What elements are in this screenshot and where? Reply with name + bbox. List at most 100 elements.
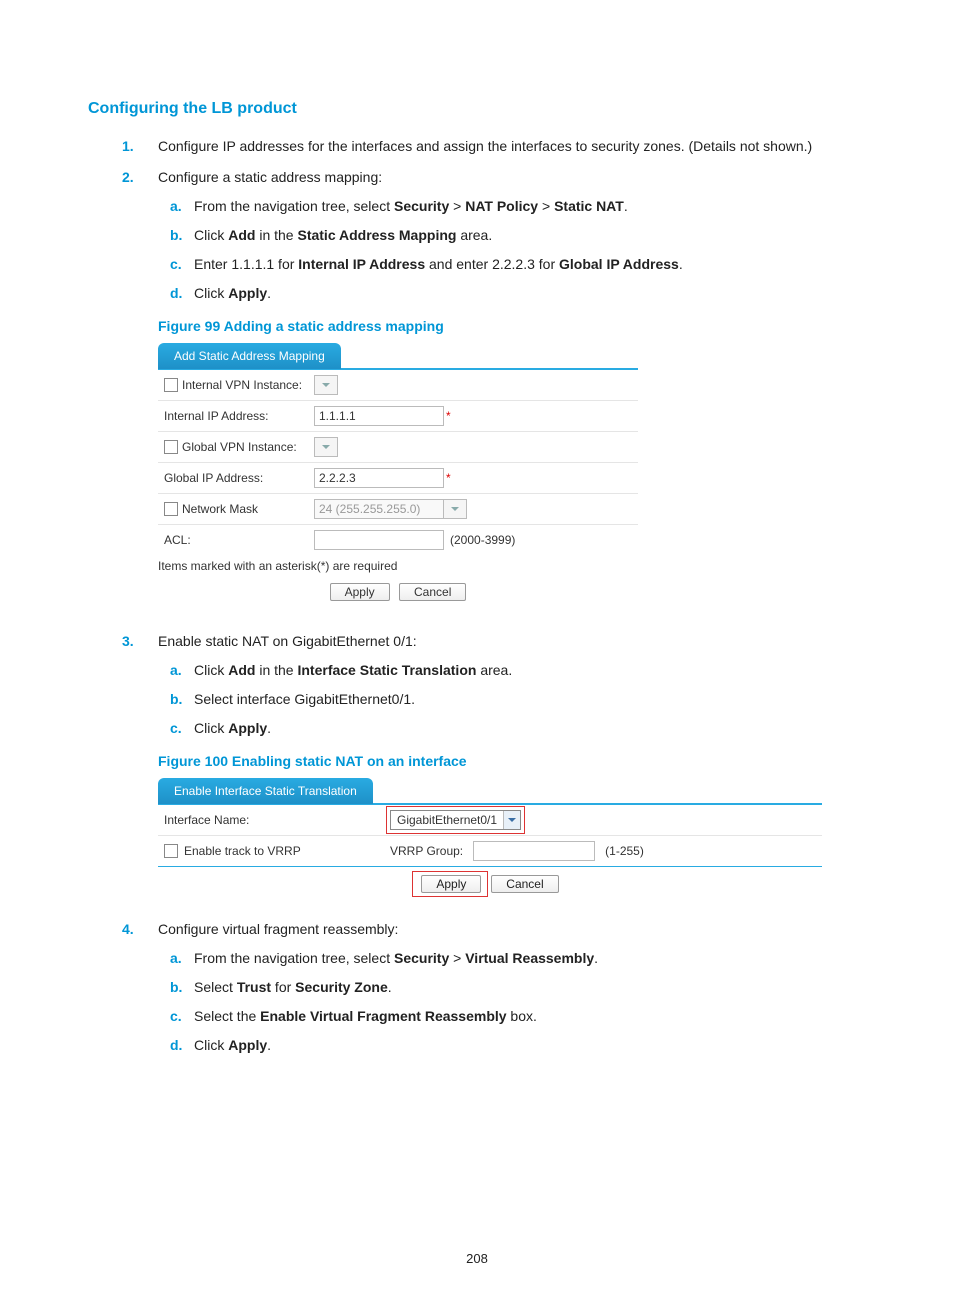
ordered-steps-cont2: 4. Configure virtual fragment reassembly… — [88, 919, 866, 1056]
substep-marker: a. — [170, 196, 182, 217]
apply-button[interactable]: Apply — [421, 875, 481, 893]
label: Network Mask — [182, 502, 258, 516]
label: Internal VPN Instance: — [182, 378, 302, 392]
post: box. — [507, 1008, 537, 1024]
bold: Internal IP Address — [298, 256, 425, 272]
bold: Security Zone — [295, 979, 388, 995]
label: Interface Name: — [164, 813, 380, 827]
substep: c. Enter 1.1.1.1 for Internal IP Address… — [194, 254, 866, 275]
figure-100-caption: Figure 100 Enabling static NAT on an int… — [158, 753, 866, 769]
step-marker: 3. — [122, 631, 134, 652]
input-vrrp-group[interactable] — [473, 841, 595, 861]
checkbox-network-mask[interactable] — [164, 502, 178, 516]
substeps: a. Click Add in the Interface Static Tra… — [158, 660, 866, 739]
bold: Add — [228, 662, 255, 678]
sep: > — [538, 198, 554, 214]
row-global-ip: Global IP Address: 2.2.2.3* — [158, 463, 638, 494]
substep-marker: d. — [170, 283, 182, 304]
substep-text: Select interface GigabitEthernet0/1. — [194, 691, 415, 707]
checkbox-internal-vpn[interactable] — [164, 378, 178, 392]
substep: a. From the navigation tree, select Secu… — [194, 196, 866, 217]
row-network-mask: Network Mask 24 (255.255.255.0) — [158, 494, 638, 525]
button-row: Apply Cancel — [158, 867, 822, 895]
mid: and enter 2.2.2.3 for — [425, 256, 559, 272]
cancel-button[interactable]: Cancel — [399, 583, 466, 601]
step-text: Configure virtual fragment reassembly: — [158, 921, 398, 937]
input-internal-ip[interactable]: 1.1.1.1 — [314, 406, 444, 426]
substep-marker: b. — [170, 225, 182, 246]
substeps: a. From the navigation tree, select Secu… — [158, 196, 866, 304]
pre: Select the — [194, 1008, 260, 1024]
post: . — [594, 950, 598, 966]
pre: Click — [194, 720, 228, 736]
substep: a. From the navigation tree, select Secu… — [194, 948, 866, 969]
substep-marker: b. — [170, 977, 182, 998]
input-network-mask[interactable]: 24 (255.255.255.0) — [314, 499, 444, 519]
select-network-mask[interactable] — [443, 499, 467, 519]
substep-marker: c. — [170, 718, 182, 739]
panel-tab: Enable Interface Static Translation — [158, 778, 373, 804]
input-acl[interactable] — [314, 530, 444, 550]
select-internal-vpn[interactable] — [314, 375, 338, 395]
substep: c. Click Apply. — [194, 718, 866, 739]
post: . — [679, 256, 683, 272]
page-number: 208 — [0, 1251, 954, 1266]
row-interface-name: Interface Name: GigabitEthernet0/1 — [158, 805, 822, 836]
checkbox-enable-vrrp[interactable] — [164, 844, 178, 858]
apply-button[interactable]: Apply — [330, 583, 390, 601]
substep: b. Select interface GigabitEthernet0/1. — [194, 689, 866, 710]
bold: Security — [394, 950, 449, 966]
post: . — [388, 979, 392, 995]
required-note: Items marked with an asterisk(*) are req… — [158, 555, 638, 577]
select-interface-name[interactable]: GigabitEthernet0/1 — [390, 810, 521, 830]
bold: NAT Policy — [465, 198, 538, 214]
substep-text: From the navigation tree, select — [194, 198, 394, 214]
form-body: Internal VPN Instance: Internal IP Addre… — [158, 368, 638, 555]
bold: Virtual Reassembly — [465, 950, 594, 966]
row-internal-vpn: Internal VPN Instance: — [158, 370, 638, 401]
pre: Select — [194, 979, 237, 995]
label: Internal IP Address: — [164, 409, 269, 423]
step-2: 2. Configure a static address mapping: a… — [158, 167, 866, 304]
figure-100-panel: Enable Interface Static Translation Inte… — [158, 777, 822, 867]
row-vrrp: Enable track to VRRP VRRP Group: (1-255) — [158, 836, 822, 866]
select-global-vpn[interactable] — [314, 437, 338, 457]
label: ACL: — [164, 533, 191, 547]
cancel-button[interactable]: Cancel — [491, 875, 558, 893]
step-marker: 1. — [122, 136, 134, 157]
ordered-steps: 1. Configure IP addresses for the interf… — [88, 136, 866, 304]
substep-marker: d. — [170, 1035, 182, 1056]
step-text: Enable static NAT on GigabitEthernet 0/1… — [158, 633, 417, 649]
pre: Enter 1.1.1.1 for — [194, 256, 298, 272]
hint-vrrp: (1-255) — [605, 844, 644, 858]
substep-marker: b. — [170, 689, 182, 710]
button-row: Apply Cancel — [158, 577, 638, 607]
substep-marker: c. — [170, 254, 182, 275]
substep: a. Click Add in the Interface Static Tra… — [194, 660, 866, 681]
post: . — [267, 720, 271, 736]
substep: d. Click Apply. — [194, 1035, 866, 1056]
bold: Apply — [228, 285, 267, 301]
step-3: 3. Enable static NAT on GigabitEthernet … — [158, 631, 866, 739]
step-text: Configure a static address mapping: — [158, 169, 382, 185]
document-page: Configuring the LB product 1. Configure … — [0, 0, 954, 1296]
step-4: 4. Configure virtual fragment reassembly… — [158, 919, 866, 1056]
substep: b. Click Add in the Static Address Mappi… — [194, 225, 866, 246]
substeps: a. From the navigation tree, select Secu… — [158, 948, 866, 1056]
bold: Apply — [228, 720, 267, 736]
post: area. — [476, 662, 512, 678]
sep: > — [449, 950, 465, 966]
mid: in the — [255, 662, 297, 678]
pre: Click — [194, 227, 228, 243]
substep: d. Click Apply. — [194, 283, 866, 304]
pre: From the navigation tree, select — [194, 950, 394, 966]
figure-99-panel: Add Static Address Mapping Internal VPN … — [158, 342, 638, 607]
input-global-ip[interactable]: 2.2.2.3 — [314, 468, 444, 488]
row-acl: ACL: (2000-3999) — [158, 525, 638, 555]
figure-99-caption: Figure 99 Adding a static address mappin… — [158, 318, 866, 334]
pre: Click — [194, 285, 228, 301]
pre: Click — [194, 1037, 228, 1053]
select-value: GigabitEthernet0/1 — [391, 813, 503, 827]
bold: Apply — [228, 1037, 267, 1053]
checkbox-global-vpn[interactable] — [164, 440, 178, 454]
